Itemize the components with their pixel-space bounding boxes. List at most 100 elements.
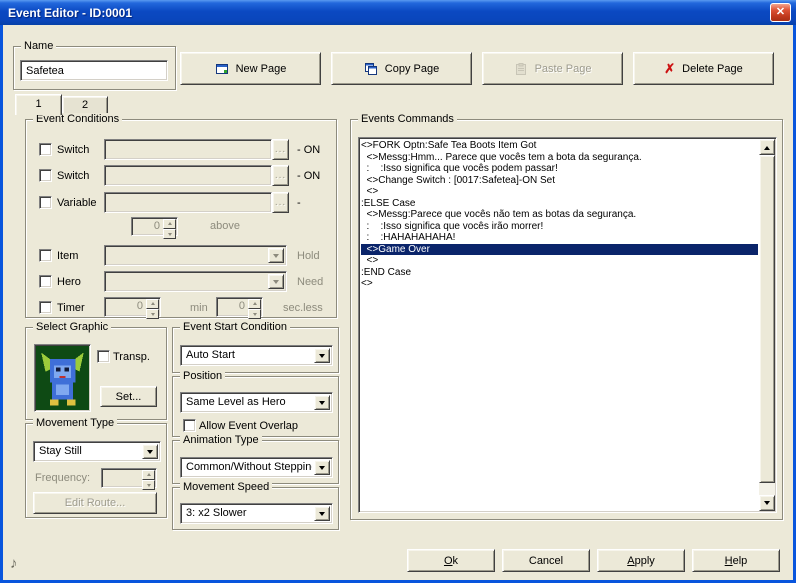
command-line[interactable]: <>Change Switch : [0017:Safetea]-ON Set [361,175,758,187]
timer-min-spin-buttons [146,299,159,319]
apply-button[interactable]: Apply [597,549,685,572]
command-line[interactable]: : :HAHAHAHAHA! [361,232,758,244]
command-line[interactable]: <>Game Over [361,243,758,255]
movement-speed-value: 3: x2 Slower [186,507,247,519]
command-line[interactable]: <> [361,278,758,290]
command-line[interactable]: :ELSE Case [361,198,758,210]
position-select[interactable]: Same Level as Hero [180,392,333,413]
command-line[interactable]: <> [361,186,758,198]
movement-speed-label: Movement Speed [180,481,273,494]
copy-page-label: Copy Page [384,62,440,75]
event-start-dropdown-arrow-icon[interactable] [314,348,330,363]
close-button[interactable]: ✕ [770,3,791,22]
copy-page-button[interactable]: Copy Page [331,52,472,85]
animation-type-select[interactable]: Common/Without Stepping [180,457,333,478]
event-sprite-icon [41,352,84,406]
cancel-button[interactable]: Cancel [502,549,590,572]
item-select [104,245,287,266]
item-dropdown-arrow-icon [268,248,284,263]
movement-type-select[interactable]: Stay Still [33,441,161,462]
select-graphic-label: Select Graphic [33,321,112,334]
timer-sec-spin-buttons [248,299,261,319]
timer-min-spinner: 0 [104,297,161,319]
ok-label: Ok [443,554,459,567]
command-line[interactable]: <>Messg:Hmm... Parece que vocês tem a bo… [361,152,758,164]
scroll-thumb[interactable] [759,155,775,483]
hero-suffix: Need [297,276,324,288]
spin-up-icon [146,299,159,309]
movement-speed-select[interactable]: 3: x2 Slower [180,503,333,524]
frequency-value [102,469,142,487]
transparent-checkbox[interactable] [97,350,110,363]
timer-sec-spinner: 0 [216,297,263,319]
spin-down-icon [248,309,261,319]
new-page-icon [215,62,229,76]
events-commands-label: Events Commands [358,113,457,126]
variable-value: 0 [153,220,160,232]
note-icon: ♪ [10,555,18,572]
set-graphic-button[interactable]: Set... [100,386,157,407]
transparent-label: Transp. [113,351,150,363]
hero-checkbox[interactable] [39,275,52,288]
event-conditions-group: Event Conditions Switch ... - ON Switch … [25,113,337,319]
scroll-up-icon[interactable] [759,139,775,155]
spin-down-icon [142,480,155,490]
switch1-checkbox[interactable] [39,143,52,156]
item-checkbox[interactable] [39,249,52,262]
variable-checkbox[interactable] [39,196,52,209]
frequency-spin-buttons [142,470,155,490]
movement-type-dropdown-arrow-icon[interactable] [142,444,158,459]
apply-label: Apply [627,554,655,567]
animation-type-dropdown-arrow-icon[interactable] [314,460,330,475]
animation-type-value: Common/Without Stepping [186,461,312,473]
titlebar[interactable]: Event Editor - ID:0001 ✕ [0,0,796,25]
set-graphic-label: Set... [115,390,142,403]
events-commands-group: Events Commands <>FORK Optn:Safe Tea Boo… [350,113,783,520]
command-line[interactable]: : :Isso significa que vocês podem passar… [361,163,758,175]
timer-checkbox[interactable] [39,301,52,314]
timer-suffix: sec.less [283,302,323,314]
command-line[interactable]: : :Isso significa que vocês irão morrer! [361,221,758,233]
delete-page-button[interactable]: ✗ Delete Page [633,52,774,85]
frequency-spinner [101,468,157,490]
delete-page-icon: ✗ [664,61,676,76]
command-line[interactable]: :END Case [361,267,758,279]
tab-page-1[interactable]: 1 [15,94,62,115]
name-group: Name [13,40,176,90]
allow-overlap-checkbox[interactable] [183,419,196,432]
commands-list[interactable]: <>FORK Optn:Safe Tea Boots Item Got <>Me… [358,137,777,513]
position-dropdown-arrow-icon[interactable] [314,395,330,410]
help-button[interactable]: Help [692,549,780,572]
commands-scrollbar[interactable] [759,139,775,511]
select-graphic-group: Select Graphic Transp. Set... [25,321,167,420]
frequency-label: Frequency: [35,472,91,484]
timer-min-value: 0 [136,300,143,312]
variable-browse-button: ... [272,192,289,213]
command-line[interactable]: <>Messg:Parece que vocês não tem as bota… [361,209,758,221]
scroll-down-icon[interactable] [759,495,775,511]
new-page-button[interactable]: New Page [180,52,321,85]
ok-button[interactable]: Ok [407,549,495,572]
timer-label: Timer [57,302,85,314]
variable-value-spinner: 0 [131,217,178,239]
item-label: Item [57,250,79,262]
event-start-condition-select[interactable]: Auto Start [180,345,333,366]
close-icon: ✕ [775,6,786,18]
spin-up-icon [142,470,155,480]
event-sprite-preview[interactable] [34,344,91,412]
animation-type-label: Animation Type [180,434,262,447]
edit-route-button: Edit Route... [33,492,157,514]
variable-above-label: above [210,220,240,232]
command-line[interactable]: <>FORK Optn:Safe Tea Boots Item Got [361,140,758,152]
switch2-checkbox[interactable] [39,169,52,182]
movement-type-label: Movement Type [33,417,118,430]
spin-up-icon [163,219,176,229]
paste-page-label: Paste Page [534,62,592,75]
hero-dropdown-arrow-icon [268,274,284,289]
name-input[interactable] [20,60,168,81]
variable-suffix: - [297,197,301,209]
movement-speed-group: Movement Speed 3: x2 Slower [172,481,339,530]
movement-speed-dropdown-arrow-icon[interactable] [314,506,330,521]
command-line[interactable]: <> [361,255,758,267]
event-start-condition-label: Event Start Condition [180,321,290,334]
